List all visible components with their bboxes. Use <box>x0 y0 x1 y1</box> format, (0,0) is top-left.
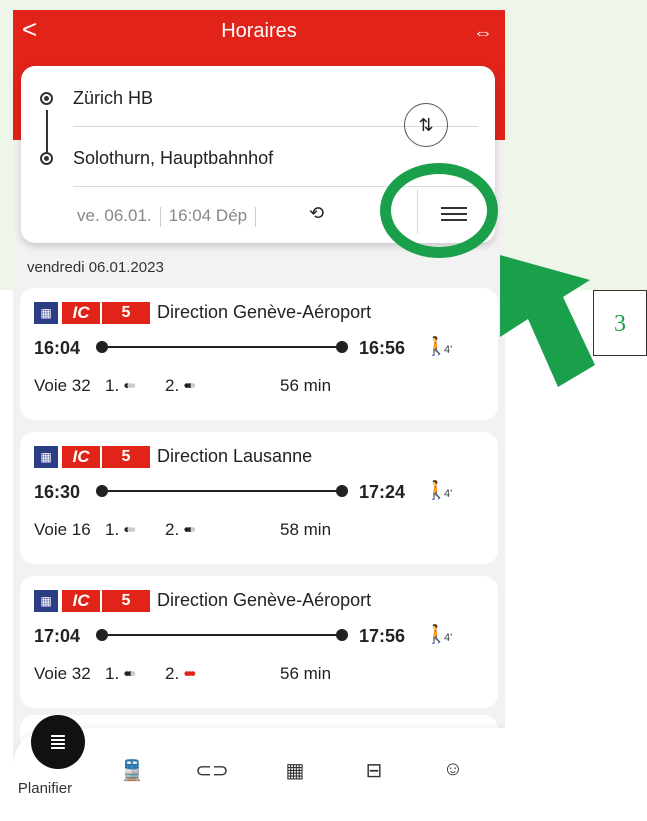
page-title: Horaires <box>221 20 297 42</box>
date-header: vendredi 06.01.2023 <box>27 259 164 276</box>
timeline-line <box>102 346 342 348</box>
class-label: 1. <box>105 520 120 539</box>
occupancy-low-icon: ••• <box>123 520 136 539</box>
divider <box>255 206 257 227</box>
direction-label: Direction Genève-Aéroport <box>157 302 372 322</box>
class-label: 1. <box>105 376 120 395</box>
history-clock-icon[interactable]: ⟲ <box>309 203 324 224</box>
tab-timetable-train-icon[interactable]: 🚆 <box>112 758 152 783</box>
train-icon: ▦ <box>34 590 58 612</box>
date-time-row[interactable]: ve. 06.01. 16:04 Dép <box>77 206 264 227</box>
occupancy-medium-icon: ••• <box>123 664 136 683</box>
first-class-occupancy: 1. ••• <box>105 376 136 396</box>
platform-label: Voie 32 <box>34 664 91 683</box>
line-number-badge: 5 <box>100 446 150 468</box>
platform-label: Voie 32 <box>34 376 91 395</box>
train-icon: ▦ <box>34 302 58 324</box>
train-category-badge: IC <box>62 302 100 324</box>
sbb-app-screen: < Horaires ⇔ Zürich HB Solothurn, Hauptb… <box>13 10 505 821</box>
train-category-badge: IC <box>62 590 100 612</box>
destination-stop-icon <box>40 152 53 165</box>
first-class-occupancy: 1. ••• <box>105 520 136 540</box>
occupancy-medium-icon: ••• <box>183 520 196 539</box>
highlight-ring <box>380 163 498 258</box>
direction-label: Direction Genève-Aéroport <box>157 590 372 610</box>
class-label: 2. <box>165 520 180 539</box>
divider <box>159 206 161 227</box>
line-number-badge: 5 <box>100 302 150 324</box>
to-field[interactable]: Solothurn, Hauptbahnhof <box>73 148 273 169</box>
duration-label: 56 min <box>280 376 332 395</box>
tab-planner-icon[interactable]: ≣ <box>31 715 85 769</box>
platform-label: Voie 16 <box>34 520 91 539</box>
first-class-occupancy: 1. ••• <box>105 664 136 684</box>
class-label: 2. <box>165 664 180 683</box>
timeline-end-dot <box>336 629 348 641</box>
walk-duration: 4' <box>444 344 453 356</box>
train-icon: ▦ <box>34 446 58 468</box>
connection-card[interactable]: ▦ IC 5 Direction Genève-Aéroport 17:04 1… <box>20 576 498 708</box>
bottom-tab-bar: 🚆 ⊂⊃ ▦ ⊟ ☺ <box>13 728 505 821</box>
tab-profile-icon[interactable]: ☺ <box>433 758 473 781</box>
tab-travelcards-toggle-icon[interactable]: ⊂⊃ <box>192 758 232 783</box>
tab-planner-label[interactable]: Planifier <box>13 780 90 797</box>
date-field[interactable]: ve. 06.01. <box>77 206 152 225</box>
walk-duration: 4' <box>444 632 453 644</box>
direction-label: Direction Lausanne <box>157 446 313 466</box>
duration-label: 56 min <box>280 664 332 683</box>
duration-label: 58 min <box>280 520 332 539</box>
timeline-line <box>102 490 342 492</box>
timeline-line <box>102 634 342 636</box>
arrival-time: 17:24 <box>359 482 406 502</box>
occupancy-low-icon: ••• <box>123 376 136 395</box>
departure-time: 17:04 <box>34 626 81 646</box>
callout-number: 3 <box>593 290 647 356</box>
class-label: 2. <box>165 376 180 395</box>
arrival-time: 16:56 <box>359 338 406 358</box>
train-category-badge: IC <box>62 446 100 468</box>
timeline-end-dot <box>336 341 348 353</box>
route-line <box>46 110 48 154</box>
tab-shop-ticket-icon[interactable]: ⊟ <box>354 758 394 783</box>
sbb-logo-icon: ⇔ <box>473 22 493 44</box>
connection-card[interactable]: ▦ IC 5 Direction Lausanne 16:30 17:24 🚶 … <box>20 432 498 564</box>
from-field[interactable]: Zürich HB <box>73 88 153 109</box>
timeline-end-dot <box>336 485 348 497</box>
second-class-occupancy: 2. ••• <box>165 664 196 684</box>
annotation-arrow-icon <box>500 255 595 387</box>
occupancy-medium-icon: ••• <box>183 376 196 395</box>
arrival-time: 17:56 <box>359 626 406 646</box>
origin-stop-icon <box>40 92 53 105</box>
swap-stops-button[interactable]: ⇅ <box>404 103 448 147</box>
occupancy-high-icon: ••• <box>183 664 196 683</box>
time-field[interactable]: 16:04 Dép <box>169 206 247 225</box>
line-number-badge: 5 <box>100 590 150 612</box>
second-class-occupancy: 2. ••• <box>165 376 196 396</box>
second-class-occupancy: 2. ••• <box>165 520 196 540</box>
swap-arrows-icon: ⇅ <box>418 115 434 135</box>
connection-card[interactable]: ▦ IC 5 Direction Genève-Aéroport 16:04 1… <box>20 288 498 420</box>
departure-time: 16:30 <box>34 482 81 502</box>
departure-time: 16:04 <box>34 338 81 358</box>
tab-qr-code-icon[interactable]: ▦ <box>275 758 315 783</box>
walk-duration: 4' <box>444 488 453 500</box>
class-label: 1. <box>105 664 120 683</box>
